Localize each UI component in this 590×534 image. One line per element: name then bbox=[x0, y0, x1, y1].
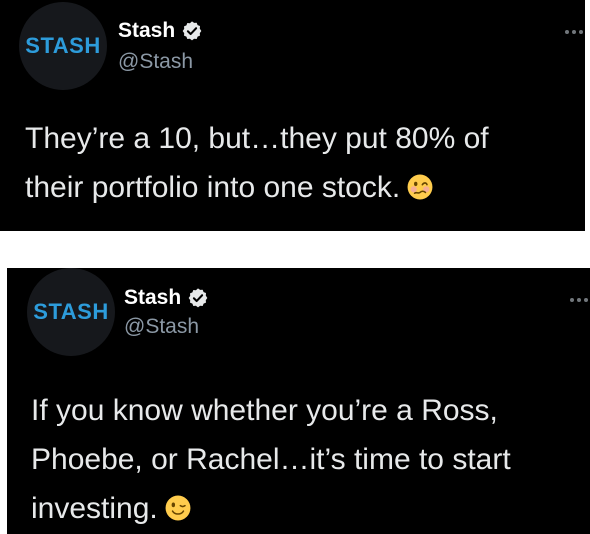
avatar[interactable]: STASH bbox=[19, 2, 107, 90]
more-options-icon[interactable] bbox=[565, 30, 583, 34]
tweet-card: STASH Stash @Stash If you know whether y… bbox=[7, 268, 590, 534]
author-name-row: Stash bbox=[124, 286, 209, 310]
author-handle[interactable]: @Stash bbox=[124, 315, 199, 339]
author-name[interactable]: Stash bbox=[124, 286, 181, 310]
verified-badge-icon bbox=[188, 288, 208, 308]
verified-badge-icon bbox=[182, 21, 202, 41]
author-name-row: Stash bbox=[118, 19, 203, 43]
avatar[interactable]: STASH bbox=[27, 268, 115, 356]
author-handle[interactable]: @Stash bbox=[118, 50, 193, 74]
tweet-text: If you know whether you’re a Ross, Phoeb… bbox=[31, 386, 581, 533]
tweet-text: They’re a 10, but…they put 80% of their … bbox=[25, 114, 570, 212]
winking-face-icon bbox=[165, 495, 191, 521]
stash-logo: STASH bbox=[33, 299, 109, 324]
woozy-face-icon bbox=[407, 174, 433, 200]
author-name[interactable]: Stash bbox=[118, 19, 175, 43]
more-options-icon[interactable] bbox=[570, 298, 588, 302]
tweet-card: STASH Stash @Stash They’re a 10, but…the… bbox=[0, 0, 585, 231]
tweet-text-content: If you know whether you’re a Ross, Phoeb… bbox=[31, 394, 511, 525]
stash-logo: STASH bbox=[25, 33, 101, 58]
